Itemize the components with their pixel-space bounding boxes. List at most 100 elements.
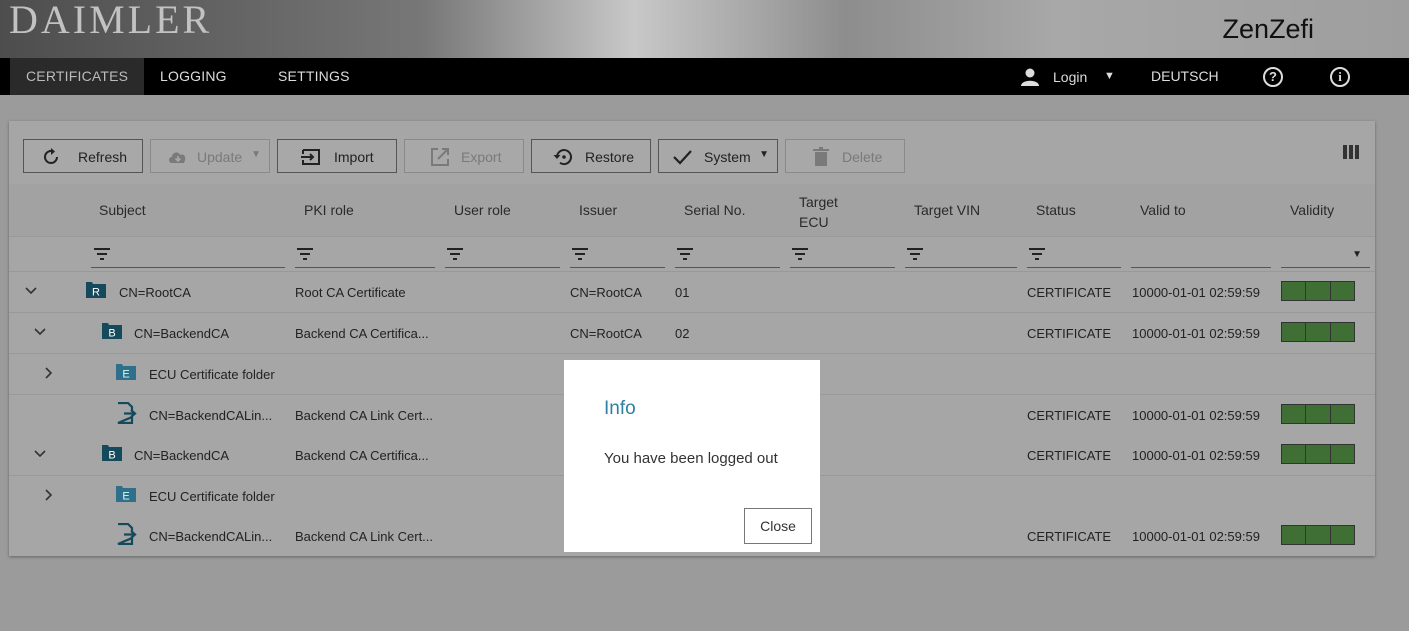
- cell-pki-role: Root CA Certificate: [295, 285, 406, 300]
- filter-row: ▼: [9, 237, 1375, 272]
- cell-pki-role: Backend CA Link Cert...: [295, 529, 434, 544]
- table-row[interactable]: B CN=BackendCA Backend CA Certifica... C…: [9, 313, 1375, 354]
- cell-issuer: CN=RootCA: [570, 326, 642, 341]
- cell-status: CERTIFICATE: [1027, 285, 1112, 300]
- filter-validity[interactable]: ▼: [1281, 245, 1370, 268]
- refresh-label: Refresh: [78, 149, 128, 165]
- table-row[interactable]: R CN=RootCA Root CA Certificate CN=RootC…: [9, 272, 1375, 313]
- update-caret-icon: ▼: [251, 149, 261, 160]
- filter-icon: [94, 248, 110, 260]
- cell-status: CERTIFICATE: [1027, 448, 1112, 463]
- col-user-role[interactable]: User role: [454, 202, 511, 218]
- chevron-down-icon[interactable]: [24, 284, 38, 298]
- cell-subject: ECU Certificate folder: [149, 489, 275, 504]
- col-pki-role[interactable]: PKI role: [304, 202, 354, 218]
- cell-valid-to: 10000-01-01 02:59:59: [1132, 408, 1260, 423]
- filter-serial[interactable]: [675, 245, 780, 268]
- restore-label: Restore: [585, 149, 635, 165]
- column-selector-icon[interactable]: [1343, 145, 1359, 159]
- login-caret-icon: ▼: [1104, 70, 1115, 82]
- chevron-down-icon[interactable]: [33, 325, 47, 339]
- col-target-ecu[interactable]: Target ECU: [799, 192, 849, 232]
- delete-label: Delete: [842, 149, 883, 165]
- col-subject[interactable]: Subject: [99, 202, 146, 218]
- chevron-right-icon[interactable]: [42, 366, 56, 380]
- filter-icon: [907, 248, 923, 260]
- filter-issuer[interactable]: [570, 245, 665, 268]
- info-icon[interactable]: i: [1330, 67, 1350, 87]
- svg-text:B: B: [108, 328, 115, 340]
- svg-text:E: E: [122, 491, 129, 503]
- filter-status[interactable]: [1027, 245, 1121, 268]
- filter-valid-to[interactable]: [1131, 245, 1271, 268]
- delete-button[interactable]: Delete: [785, 139, 905, 173]
- filter-subject[interactable]: [91, 245, 285, 268]
- tab-certificates[interactable]: CERTIFICATES: [10, 58, 145, 95]
- export-icon: [431, 148, 449, 166]
- import-button[interactable]: Import: [277, 139, 397, 173]
- restore-icon: [553, 149, 572, 166]
- cell-subject: CN=BackendCA: [134, 326, 230, 341]
- update-button[interactable]: Update ▼: [150, 139, 270, 173]
- cell-pki-role: Backend CA Certifica...: [295, 326, 429, 341]
- export-button[interactable]: Export: [404, 139, 524, 173]
- cell-serial: 01: [675, 285, 690, 300]
- user-icon: [1021, 68, 1039, 86]
- refresh-button[interactable]: Refresh: [23, 139, 143, 173]
- filter-icon: [792, 248, 808, 260]
- link-certificate-icon: [117, 402, 137, 424]
- cell-valid-to: 10000-01-01 02:59:59: [1132, 285, 1260, 300]
- cell-issuer: CN=RootCA: [570, 285, 642, 300]
- brand-logo: DAIMLER: [9, 0, 213, 42]
- chevron-right-icon[interactable]: [42, 488, 56, 502]
- import-icon: [301, 149, 320, 165]
- filter-target-vin[interactable]: [905, 245, 1017, 268]
- validity-bar: [1281, 322, 1355, 342]
- system-label: System: [704, 149, 751, 165]
- cell-status: CERTIFICATE: [1027, 408, 1112, 423]
- col-serial[interactable]: Serial No.: [684, 202, 745, 218]
- cell-pki-role: Backend CA Link Cert...: [295, 408, 434, 423]
- ecu-folder-icon: E: [116, 486, 136, 503]
- chevron-down-icon[interactable]: [33, 447, 47, 461]
- cell-subject: CN=RootCA: [119, 285, 191, 300]
- import-label: Import: [334, 149, 374, 165]
- ecu-folder-icon: E: [116, 364, 136, 381]
- cell-status: CERTIFICATE: [1027, 529, 1112, 544]
- checkmark-icon: [673, 150, 692, 165]
- col-valid-to[interactable]: Valid to: [1140, 202, 1186, 218]
- cell-subject: CN=BackendCALin...: [149, 529, 273, 544]
- col-target-vin[interactable]: Target VIN: [914, 202, 980, 218]
- filter-icon: [297, 248, 313, 260]
- cell-valid-to: 10000-01-01 02:59:59: [1132, 529, 1260, 544]
- col-status[interactable]: Status: [1036, 202, 1076, 218]
- cell-pki-role: Backend CA Certifica...: [295, 448, 429, 463]
- filter-pki-role[interactable]: [295, 245, 435, 268]
- language-switch[interactable]: DEUTSCH: [1151, 58, 1219, 95]
- close-button[interactable]: Close: [744, 508, 812, 544]
- filter-icon: [1029, 248, 1045, 260]
- restore-button[interactable]: Restore: [531, 139, 651, 173]
- system-button[interactable]: System ▼: [658, 139, 778, 173]
- help-icon[interactable]: ?: [1263, 67, 1283, 87]
- system-caret-icon: ▼: [759, 149, 769, 160]
- header-banner: DAIMLER ZenZefi: [0, 0, 1409, 58]
- login-label: Login: [1053, 69, 1088, 85]
- col-validity[interactable]: Validity: [1290, 202, 1334, 218]
- cell-subject: CN=BackendCALin...: [149, 408, 273, 423]
- info-dialog: Info You have been logged out Close: [564, 360, 820, 552]
- cell-subject: ECU Certificate folder: [149, 367, 275, 382]
- tab-logging[interactable]: LOGGING: [144, 58, 243, 95]
- cell-valid-to: 10000-01-01 02:59:59: [1132, 448, 1260, 463]
- filter-user-role[interactable]: [445, 245, 560, 268]
- svg-text:R: R: [92, 287, 100, 299]
- refresh-icon: [44, 148, 58, 164]
- product-name: ZenZefi: [1222, 14, 1314, 44]
- tab-settings[interactable]: SETTINGS: [262, 58, 366, 95]
- filter-target-ecu[interactable]: [790, 245, 895, 268]
- backend-certificate-icon: B: [102, 445, 122, 462]
- col-issuer[interactable]: Issuer: [579, 202, 617, 218]
- trash-icon: [813, 147, 829, 166]
- svg-text:B: B: [108, 450, 115, 462]
- login-menu[interactable]: Login ▼: [1020, 58, 1120, 95]
